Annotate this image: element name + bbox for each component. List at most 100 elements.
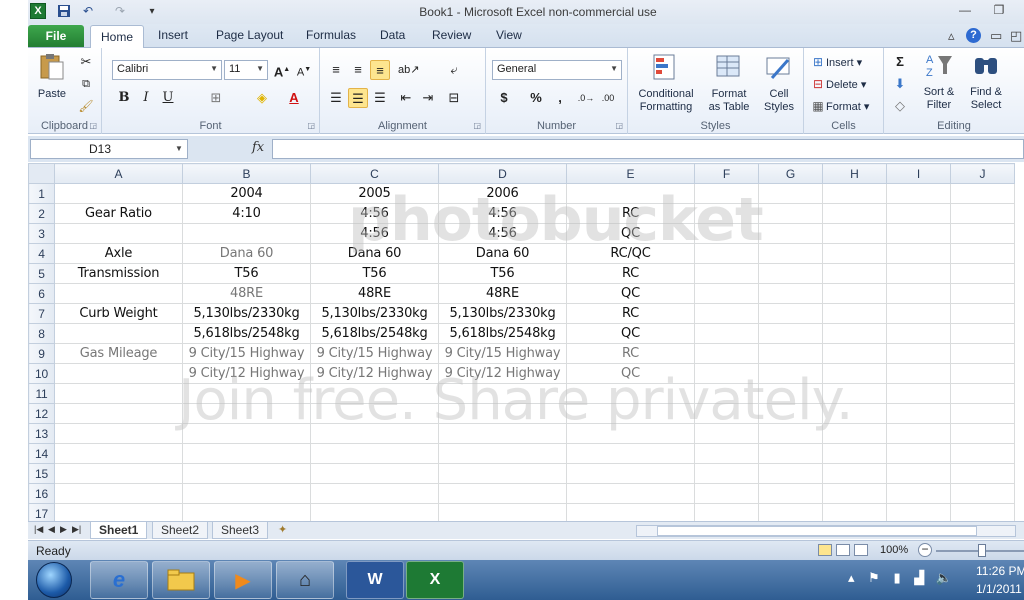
cell-i10[interactable] (886, 363, 951, 384)
cell-h11[interactable] (822, 383, 887, 404)
cell-a2[interactable]: Gear Ratio (54, 203, 183, 224)
cell-f12[interactable] (694, 403, 759, 424)
font-launcher-icon[interactable]: ◲ (307, 121, 315, 130)
cell-h9[interactable] (822, 343, 887, 364)
start-button[interactable] (36, 562, 72, 598)
select-all-corner[interactable] (28, 163, 55, 184)
alignment-launcher-icon[interactable]: ◲ (473, 121, 481, 130)
cell-e6[interactable]: QC (566, 283, 695, 304)
cell-j5[interactable] (950, 263, 1015, 284)
cell-b1[interactable]: 2004 (182, 183, 311, 204)
cell-g1[interactable] (758, 183, 823, 204)
cell-b15[interactable] (182, 463, 311, 484)
cell-d14[interactable] (438, 443, 567, 464)
cell-g12[interactable] (758, 403, 823, 424)
cell-i16[interactable] (886, 483, 951, 504)
cell-a17[interactable] (54, 503, 183, 521)
cell-j3[interactable] (950, 223, 1015, 244)
cell-i12[interactable] (886, 403, 951, 424)
cell-c9[interactable]: 9 City/15 Highway (310, 343, 439, 364)
cell-a6[interactable] (54, 283, 183, 304)
conditional-formatting-button[interactable]: Conditional Formatting (632, 52, 700, 114)
cell-i2[interactable] (886, 203, 951, 224)
cell-b4[interactable]: Dana 60 (182, 243, 311, 264)
cell-e5[interactable]: RC (566, 263, 695, 284)
decrease-decimal-icon[interactable]: .00 (598, 88, 618, 108)
tab-formulas[interactable]: Formulas (306, 28, 356, 42)
column-header-j[interactable]: J (950, 163, 1015, 184)
cell-i8[interactable] (886, 323, 951, 344)
cell-i11[interactable] (886, 383, 951, 404)
cell-b11[interactable] (182, 383, 311, 404)
cell-j6[interactable] (950, 283, 1015, 304)
clock-time[interactable]: 11:26 PM (976, 564, 1024, 578)
cell-g10[interactable] (758, 363, 823, 384)
copy-icon[interactable]: ⧉ (76, 74, 96, 94)
sheet-tab-sheet3[interactable]: Sheet3 (212, 522, 269, 539)
show-hidden-icons-icon[interactable]: ▴ (848, 570, 855, 585)
excel-taskbar-icon[interactable]: X (406, 561, 464, 599)
cell-f3[interactable] (694, 223, 759, 244)
window-restore-button[interactable]: ❐ (990, 3, 1008, 19)
action-center-flag-icon[interactable]: ⚑ (868, 570, 880, 585)
cell-h17[interactable] (822, 503, 887, 521)
cell-a13[interactable] (54, 423, 183, 444)
currency-button[interactable]: $ (494, 88, 514, 108)
tab-view[interactable]: View (496, 28, 522, 42)
cell-styles-button[interactable]: Cell Styles (758, 52, 800, 114)
file-explorer-icon[interactable] (152, 561, 210, 599)
cell-h2[interactable] (822, 203, 887, 224)
cell-i1[interactable] (886, 183, 951, 204)
first-sheet-icon[interactable]: |◀ (34, 524, 43, 535)
excel-app-icon[interactable]: X (30, 3, 46, 19)
column-header-h[interactable]: H (822, 163, 887, 184)
clipboard-launcher-icon[interactable]: ◲ (89, 121, 97, 130)
cell-d2[interactable]: 4:56 (438, 203, 567, 224)
row-header-15[interactable]: 15 (28, 463, 55, 484)
format-painter-icon[interactable]: 🖌 (76, 96, 96, 116)
cell-c7[interactable]: 5,130lbs/2330kg (310, 303, 439, 324)
file-tab[interactable]: File (28, 25, 84, 47)
cell-e14[interactable] (566, 443, 695, 464)
cell-h15[interactable] (822, 463, 887, 484)
sort-filter-button[interactable]: AZ Sort & Filter (918, 50, 960, 112)
tab-review[interactable]: Review (432, 28, 471, 42)
insert-function-icon[interactable]: fx (252, 140, 264, 155)
cell-a4[interactable]: Axle (54, 243, 183, 264)
cell-d7[interactable]: 5,130lbs/2330kg (438, 303, 567, 324)
cell-g11[interactable] (758, 383, 823, 404)
cell-b2[interactable]: 4:10 (182, 203, 311, 224)
cell-g6[interactable] (758, 283, 823, 304)
cell-d13[interactable] (438, 423, 567, 444)
zoom-level[interactable]: 100% (880, 544, 908, 556)
cell-f7[interactable] (694, 303, 759, 324)
window-minimize-button[interactable]: — (956, 3, 974, 19)
horizontal-scrollbar-thumb[interactable] (657, 526, 977, 536)
word-icon[interactable]: W (346, 561, 404, 599)
cell-c1[interactable]: 2005 (310, 183, 439, 204)
insert-sheet-icon[interactable]: ✦ (278, 523, 287, 536)
cell-f15[interactable] (694, 463, 759, 484)
cell-b9[interactable]: 9 City/15 Highway (182, 343, 311, 364)
cell-i5[interactable] (886, 263, 951, 284)
cell-e16[interactable] (566, 483, 695, 504)
cell-e1[interactable] (566, 183, 695, 204)
cell-b17[interactable] (182, 503, 311, 521)
cell-c6[interactable]: 48RE (310, 283, 439, 304)
cell-h7[interactable] (822, 303, 887, 324)
cell-j14[interactable] (950, 443, 1015, 464)
redo-icon[interactable]: ↷ (112, 3, 128, 19)
cell-e15[interactable] (566, 463, 695, 484)
number-format-combo[interactable]: General ▼ (492, 60, 622, 80)
decrease-indent-icon[interactable]: ⇤ (396, 88, 416, 108)
fill-color-icon[interactable]: ◈ (252, 88, 272, 108)
cell-c15[interactable] (310, 463, 439, 484)
cell-h12[interactable] (822, 403, 887, 424)
sheet-tab-sheet2[interactable]: Sheet2 (152, 522, 209, 539)
cell-f6[interactable] (694, 283, 759, 304)
cell-f1[interactable] (694, 183, 759, 204)
cell-g8[interactable] (758, 323, 823, 344)
cell-h14[interactable] (822, 443, 887, 464)
cell-f16[interactable] (694, 483, 759, 504)
cell-f17[interactable] (694, 503, 759, 521)
